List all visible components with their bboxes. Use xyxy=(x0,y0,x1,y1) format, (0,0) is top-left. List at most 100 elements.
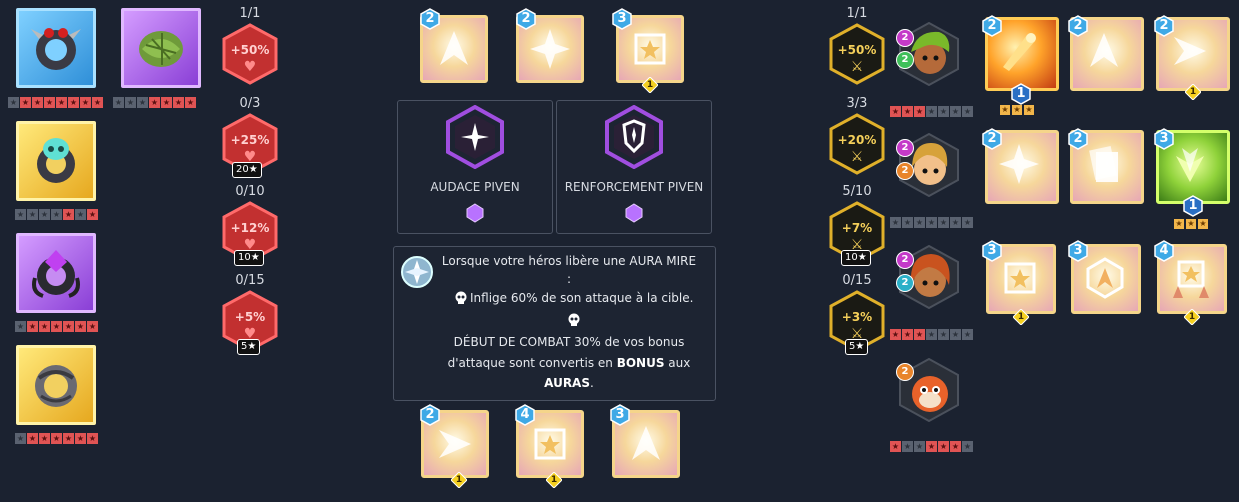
gold-stars: ★ ★ ★ xyxy=(1000,105,1034,115)
purple-gem-ring-icon xyxy=(32,250,80,298)
leaf-amulet-icon xyxy=(139,31,183,67)
rating-stars: ★ ★ ★ ★ ★ ★ ★ xyxy=(15,209,98,220)
hero-level-badge: 2 xyxy=(896,251,914,269)
aura-strike-icon xyxy=(439,430,471,458)
sub-level-badge: 1 xyxy=(1010,83,1032,105)
skull-icon xyxy=(568,313,580,326)
description-line: Inflige 60% de son attaque à la cible. xyxy=(470,291,694,305)
aura-burst-icon xyxy=(530,29,570,69)
description-line: AURAS. xyxy=(544,376,594,390)
level-badge: 2 xyxy=(1067,15,1089,37)
level-badge: 2 xyxy=(981,128,1003,150)
description-line: : xyxy=(566,272,572,286)
rating-stars: ★ ★ ★ ★ ★ ★ ★ xyxy=(890,217,973,228)
audace-talent-icon xyxy=(446,105,504,169)
skull-ring-icon xyxy=(37,138,75,183)
sub-level-diamond: 1 xyxy=(1013,309,1029,325)
rating-stars: ★ ★ ★ ★ ★ ★ ★ xyxy=(15,321,98,332)
sub-level-diamond: 1 xyxy=(642,77,658,93)
level-badge: 2 xyxy=(1153,15,1175,37)
sword-icon: ⚔ xyxy=(850,59,864,75)
hero-level-badge: 2 xyxy=(896,51,914,69)
star-requirement: 5★ xyxy=(845,339,869,355)
level-badge: 2 xyxy=(1067,128,1089,150)
rating-stars: ★ ★ ★ ★ ★ ★ ★ xyxy=(113,97,196,108)
level-badge: 3 xyxy=(609,404,631,426)
stat-value: +50% xyxy=(230,43,270,57)
health-bonus-hex[interactable]: +50% ♥ xyxy=(221,23,279,85)
sub-level-diamond: 1 xyxy=(1185,84,1201,100)
talent-title: RENFORCEMENT PIVEN xyxy=(564,180,704,194)
purple-crystal-icon xyxy=(625,203,643,223)
description-line: d'attaque sont convertis en BONUS aux xyxy=(447,356,691,370)
stat-value: +50% xyxy=(837,43,877,57)
level-badge: 2 xyxy=(981,15,1003,37)
level-badge: 3 xyxy=(981,240,1003,262)
aura-badge-icon xyxy=(401,256,433,288)
stat-count: 1/1 xyxy=(239,6,261,21)
sub-level-diamond: 1 xyxy=(451,472,467,488)
hero-level-badge: 2 xyxy=(896,363,914,381)
equipment-slot-4[interactable] xyxy=(16,233,96,313)
description-line: Lorsque votre héros libère une AURA MIRE xyxy=(441,254,697,268)
engraved-ring-icon xyxy=(35,365,77,407)
rating-stars: ★ ★ ★ ★ ★ ★ ★ xyxy=(890,329,973,340)
equipment-slot-5[interactable] xyxy=(16,345,96,425)
gold-stars: ★ ★ ★ xyxy=(1174,219,1208,229)
spiked-ring-icon xyxy=(31,28,81,70)
description-line: DÉBUT DE COMBAT 30% de vos bonus xyxy=(453,335,685,349)
equipment-slot-1[interactable] xyxy=(16,8,96,88)
stat-count: 0/10 xyxy=(235,184,265,199)
star-frame-icon xyxy=(1004,262,1036,294)
stat-value: +25% xyxy=(230,133,270,147)
stat-count: 3/3 xyxy=(846,96,868,111)
hero-level-badge: 2 xyxy=(896,274,914,292)
heart-icon: ♥ xyxy=(243,59,257,75)
attack-bonus-hex[interactable]: +50% ⚔ xyxy=(828,23,886,85)
hex-arrow-icon xyxy=(1086,257,1124,299)
level-badge: 4 xyxy=(514,404,536,426)
rating-stars: ★ ★ ★ ★ ★ ★ ★ xyxy=(890,441,973,452)
rating-stars: ★ ★ ★ ★ ★ ★ ★ xyxy=(890,106,973,117)
level-badge: 2 xyxy=(515,8,537,30)
level-badge: 4 xyxy=(1153,240,1175,262)
level-badge: 3 xyxy=(611,8,633,30)
rating-stars: ★ ★ ★ ★ ★ ★ ★ xyxy=(15,433,98,444)
stat-value: +12% xyxy=(230,221,270,235)
sword-icon: ⚔ xyxy=(850,149,864,165)
sub-level-diamond: 1 xyxy=(546,472,562,488)
star-frame-icon xyxy=(534,428,566,460)
hero-level-badge: 2 xyxy=(896,162,914,180)
aura-arrow-icon xyxy=(440,31,468,65)
star-requirement: 20★ xyxy=(232,162,262,178)
stat-count: 1/1 xyxy=(846,6,868,21)
aura-arrow-icon xyxy=(632,426,660,460)
stat-count: 0/3 xyxy=(239,96,261,111)
star-requirement: 5★ xyxy=(237,339,261,355)
level-badge: 2 xyxy=(419,404,441,426)
golden-horn-icon xyxy=(1003,33,1036,71)
stat-value: +20% xyxy=(837,133,877,147)
sub-level-diamond: 1 xyxy=(1184,309,1200,325)
stat-value: +3% xyxy=(841,310,873,324)
talent-panel-audace[interactable]: AUDACE PIVEN xyxy=(397,100,553,234)
equipment-slot-3[interactable] xyxy=(16,121,96,201)
rating-stars: ★ ★ ★ ★ ★ ★ ★ ★ xyxy=(8,97,103,108)
talent-panel-renforcement[interactable]: RENFORCEMENT PIVEN xyxy=(556,100,712,234)
renforcement-talent-icon xyxy=(605,105,663,169)
equipment-slot-2[interactable] xyxy=(121,8,201,88)
talent-title: AUDACE PIVEN xyxy=(430,180,520,194)
stat-value: +7% xyxy=(841,221,873,235)
aura-burst-icon xyxy=(999,144,1039,184)
stat-count: 5/10 xyxy=(842,184,872,199)
hero-level-badge: 2 xyxy=(896,29,914,47)
skull-icon xyxy=(455,291,467,304)
purple-crystal-icon xyxy=(466,203,484,223)
star-spikes-icon xyxy=(1173,260,1209,298)
stat-count: 0/15 xyxy=(842,273,872,288)
attack-bonus-hex[interactable]: +20% ⚔ xyxy=(828,113,886,175)
level-badge: 2 xyxy=(419,8,441,30)
level-badge: 3 xyxy=(1067,240,1089,262)
sub-level-badge: 1 xyxy=(1182,195,1204,217)
stat-count: 0/15 xyxy=(235,273,265,288)
